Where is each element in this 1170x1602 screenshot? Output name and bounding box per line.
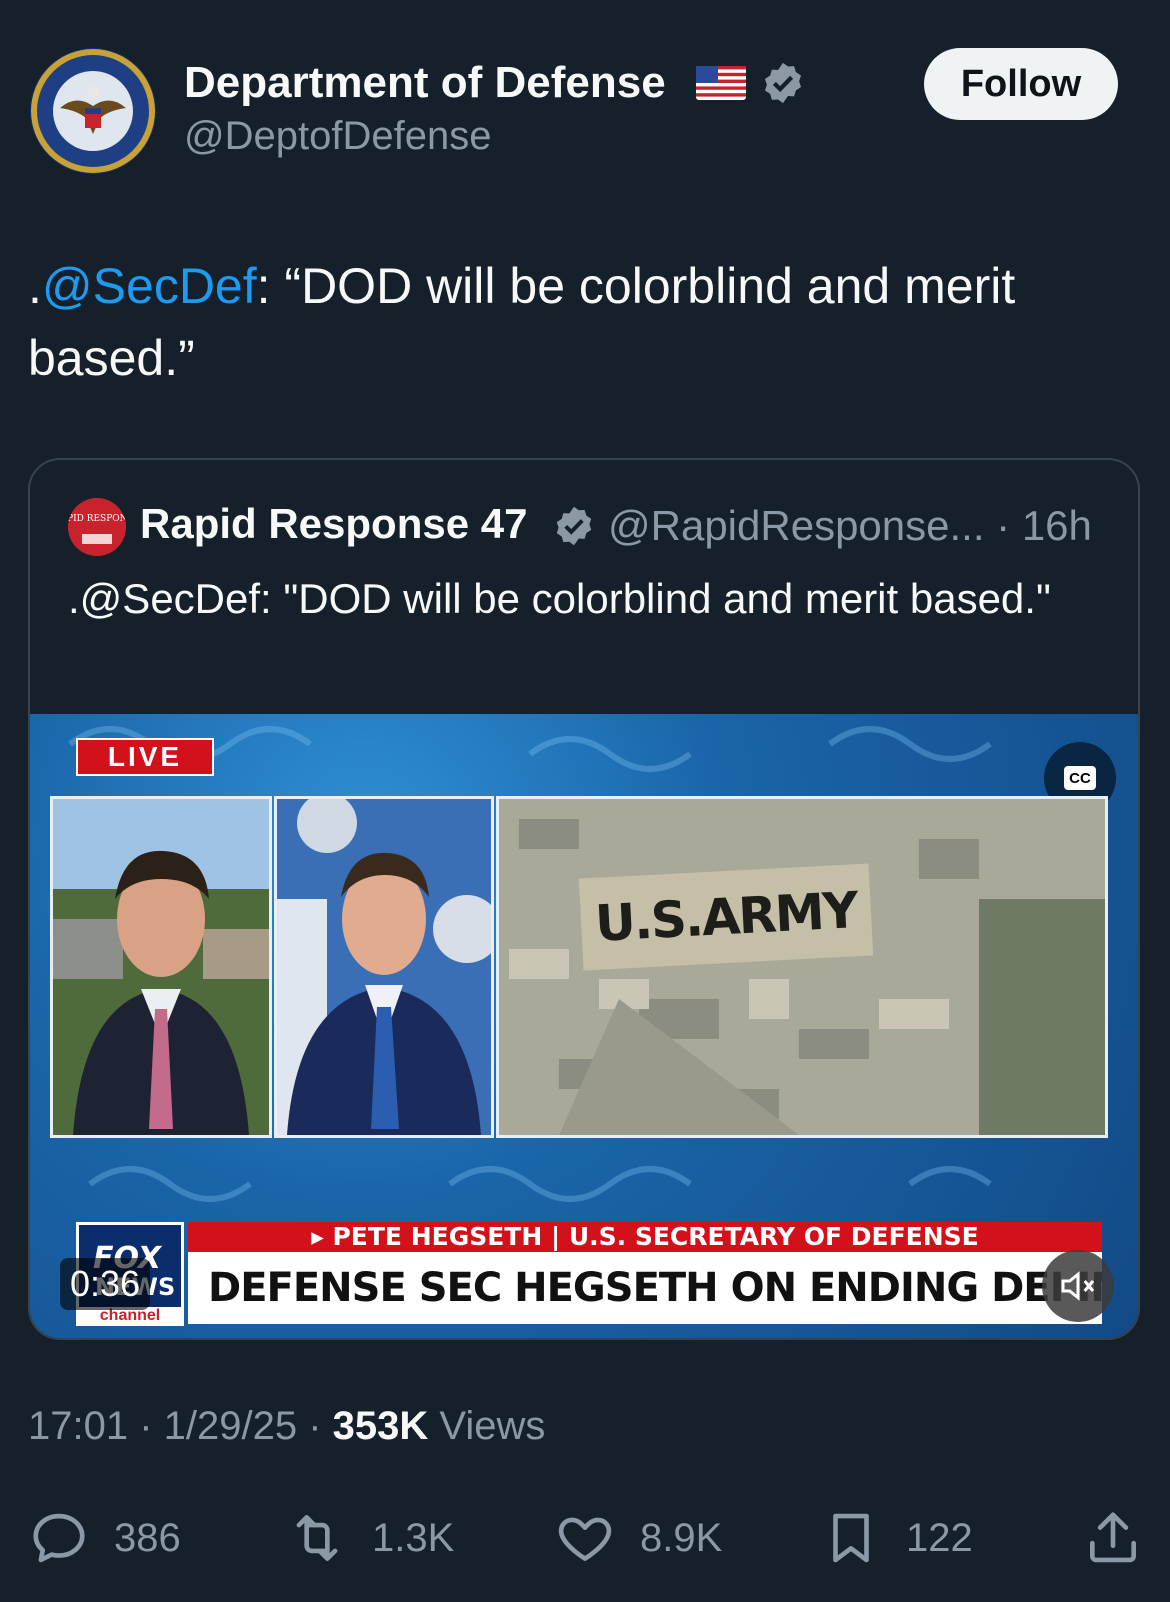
views-count: 353K <box>332 1404 429 1448</box>
quoted-author-name[interactable]: Rapid Response 47 <box>140 500 527 548</box>
bookmark-icon <box>833 1513 869 1563</box>
video-player[interactable]: LIVE CC U.S.ARMY channel ▸ PETE HEGSETH … <box>30 714 1138 1338</box>
share-icon <box>1090 1512 1136 1563</box>
mute-button[interactable] <box>1042 1250 1114 1322</box>
video-panel-secretary <box>274 796 494 1138</box>
like-count: 8.9K <box>640 1515 723 1560</box>
author-display-name[interactable]: Department of Defense <box>184 58 666 108</box>
us-flag-icon <box>696 66 746 100</box>
speaker-muted-icon <box>1061 1271 1095 1301</box>
share-button[interactable] <box>1082 1506 1144 1570</box>
video-duration: 0:36 <box>60 1258 151 1310</box>
lower-third-nameplate: ▸ PETE HEGSETH | U.S. SECRETARY OF DEFEN… <box>188 1222 1102 1252</box>
author-avatar[interactable] <box>30 48 156 174</box>
reply-count: 386 <box>114 1515 181 1560</box>
verified-badge-icon[interactable] <box>760 60 806 106</box>
tweet-prefix: . <box>28 258 42 314</box>
dod-seal-icon <box>31 49 155 173</box>
mention-link[interactable]: @SecDef <box>42 258 257 314</box>
quoted-handle-time[interactable]: @RapidResponse... · 16h <box>608 502 1092 550</box>
tweet-meta: 17:01 · 1/29/25 · 353K Views <box>28 1404 545 1449</box>
lower-third-headline: DEFENSE SEC HEGSETH ON ENDING DEI IN MIL… <box>188 1252 1102 1324</box>
quoted-tweet-card[interactable]: RAPID RESPONSE Rapid Response 47 @RapidR… <box>28 458 1140 1340</box>
retweet-icon <box>296 1515 338 1561</box>
timestamp[interactable]: 17:01 · 1/29/25 · <box>28 1404 333 1448</box>
quoted-tweet-text: .@SecDef: "DOD will be colorblind and me… <box>68 575 1051 622</box>
cc-icon: CC <box>1064 766 1096 790</box>
reply-button[interactable]: 386 <box>28 1506 181 1570</box>
follow-button[interactable]: Follow <box>924 48 1118 120</box>
army-name-tape: U.S.ARMY <box>578 863 874 971</box>
views-label: Views <box>428 1404 546 1448</box>
quoted-avatar-text: RAPID RESPONSE <box>68 514 126 524</box>
quoted-verified-badge-icon <box>552 504 596 548</box>
heart-icon <box>558 1517 612 1561</box>
retweet-button[interactable]: 1.3K <box>286 1506 454 1570</box>
rapid-response-logo-icon: RAPID RESPONSE <box>68 498 126 556</box>
tweet-text: .@SecDef: “DOD will be colorblind and me… <box>28 250 1138 394</box>
author-handle[interactable]: @DeptofDefense <box>184 114 491 159</box>
video-panel-anchor <box>50 796 272 1138</box>
quoted-author-avatar[interactable]: RAPID RESPONSE <box>68 498 126 556</box>
like-button[interactable]: 8.9K <box>554 1506 722 1570</box>
reply-icon <box>33 1513 85 1563</box>
retweet-count: 1.3K <box>372 1515 455 1560</box>
bookmark-count: 122 <box>906 1515 973 1560</box>
bookmark-button[interactable]: 122 <box>820 1506 973 1570</box>
live-badge: LIVE <box>76 738 214 776</box>
video-panel-army-uniform: U.S.ARMY <box>496 796 1108 1138</box>
